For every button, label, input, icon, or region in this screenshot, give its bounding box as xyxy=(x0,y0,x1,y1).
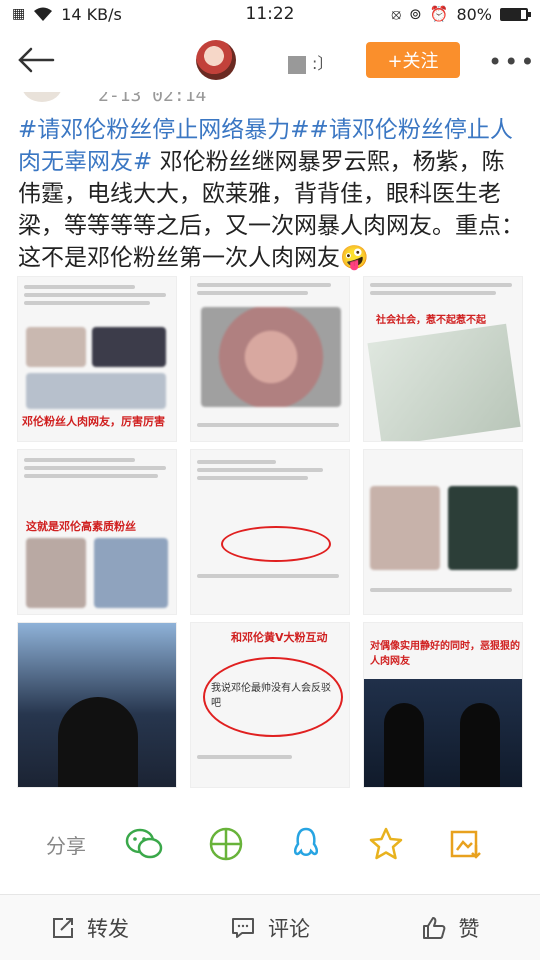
image-thumbnail-1[interactable]: 邓伦粉丝人肉网友，厉害厉害 xyxy=(17,276,177,442)
repost-label: 转发 xyxy=(87,916,129,941)
moments-icon xyxy=(209,827,243,861)
back-button[interactable] xyxy=(6,30,66,90)
repost-icon xyxy=(53,917,73,938)
comment-icon xyxy=(232,917,254,938)
battery-icon xyxy=(500,7,531,21)
wechat-icon xyxy=(125,828,163,859)
image-thumbnail-5[interactable] xyxy=(190,449,350,615)
star-icon xyxy=(369,827,403,860)
image-save-icon xyxy=(450,830,481,859)
post-avatar[interactable] xyxy=(22,92,62,102)
image-3-caption: 社会社会，惹不起惹不起 xyxy=(376,315,486,326)
post-meta: 2-13 02:14 xyxy=(0,92,540,110)
image-9-caption: 对偶像实用静好的同时，恶狠狠的人肉网友 xyxy=(370,641,520,667)
favorite-share-button[interactable] xyxy=(366,824,406,864)
back-arrow-icon xyxy=(18,47,55,73)
thumbs-up-icon xyxy=(422,916,445,939)
like-label: 赞 xyxy=(458,916,480,941)
image-5-caption: 和邓伦黄V大粉互动 xyxy=(231,631,328,644)
wechat-share-button[interactable] xyxy=(124,824,164,864)
image-5-reply: 我说邓伦最帅没有人会反驳吧 xyxy=(211,683,331,709)
image-grid: 邓伦粉丝人肉网友，厉害厉害 社会社会，惹不起惹不起 这就是邓伦高素质粉丝 和邓伦… xyxy=(17,276,523,788)
post-body: #请邓伦粉丝停止网络暴力##请邓伦粉丝停止人肉无辜网友# 邓伦粉丝继网暴罗云熙，… xyxy=(18,114,524,274)
author-avatar[interactable] xyxy=(196,40,236,80)
post-time: 2-13 02:14 xyxy=(98,92,207,106)
image-thumbnail-2[interactable] xyxy=(190,276,350,442)
member-badge-icon xyxy=(288,56,306,74)
qq-share-button[interactable] xyxy=(286,824,326,864)
like-button[interactable]: 赞 xyxy=(360,895,540,960)
comment-button[interactable]: 评论 xyxy=(180,895,360,960)
image-4-caption: 这就是邓伦高素质粉丝 xyxy=(26,520,136,533)
signal-icon: :〕 xyxy=(312,54,334,73)
more-options-button[interactable]: ••• xyxy=(488,48,536,76)
moments-share-button[interactable] xyxy=(206,824,246,864)
save-image-share-button[interactable] xyxy=(446,824,486,864)
bottom-action-bar: 转发 评论 赞 xyxy=(0,894,540,960)
status-bar: ▦ 14 KB/s 11:22 ⦻ ⊚ ⏰ 80% xyxy=(0,0,540,28)
image-thumbnail-4[interactable]: 这就是邓伦高素质粉丝 xyxy=(17,449,177,615)
top-nav: :〕 +关注 ••• xyxy=(0,28,540,92)
share-label: 分享 xyxy=(46,834,86,858)
image-thumbnail-6[interactable] xyxy=(363,449,523,615)
image-1-caption: 邓伦粉丝人肉网友，厉害厉害 xyxy=(22,415,165,428)
follow-button[interactable]: +关注 xyxy=(366,42,460,78)
clock: 11:22 xyxy=(245,4,295,24)
image-thumbnail-9[interactable]: 对偶像实用静好的同时，恶狠狠的人肉网友 xyxy=(363,622,523,788)
image-thumbnail-3[interactable]: 社会社会，惹不起惹不起 xyxy=(363,276,523,442)
post-emoji: 🤪 xyxy=(340,245,369,271)
qq-icon xyxy=(293,827,319,856)
image-thumbnail-7[interactable] xyxy=(17,622,177,788)
image-thumbnail-8[interactable]: 和邓伦黄V大粉互动 我说邓伦最帅没有人会反驳吧 xyxy=(190,622,350,788)
comment-label: 评论 xyxy=(268,916,310,941)
repost-button[interactable]: 转发 xyxy=(0,895,180,960)
share-row: 分享 xyxy=(0,812,540,876)
